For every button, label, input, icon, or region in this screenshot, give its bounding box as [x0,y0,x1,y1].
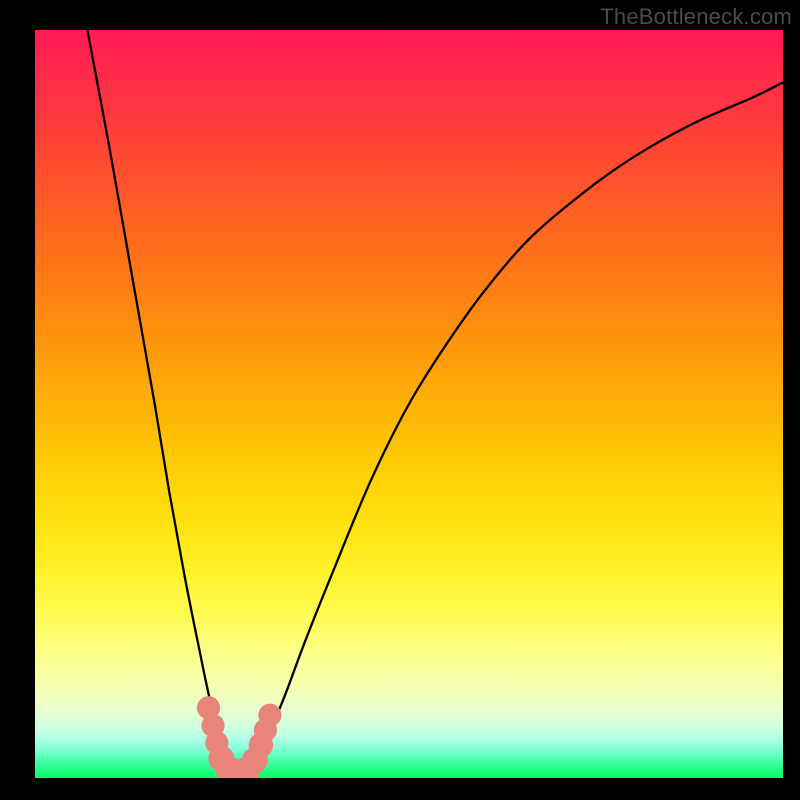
data-marker [205,731,228,754]
data-marker [229,758,254,778]
data-marker [242,747,268,773]
data-marker [208,746,234,772]
data-marker [249,733,274,758]
data-marker [214,755,239,778]
data-marker [197,696,220,719]
data-marker [254,719,277,742]
data-marker [201,714,224,737]
plot-area [35,30,783,778]
curve-layer [35,30,783,778]
chart-frame: TheBottleneck.com [0,0,800,800]
bottleneck-curve [87,30,783,771]
marker-group [197,696,282,778]
data-marker [258,704,281,727]
data-marker [237,756,262,778]
watermark-text: TheBottleneck.com [600,4,792,30]
data-marker [222,758,247,778]
